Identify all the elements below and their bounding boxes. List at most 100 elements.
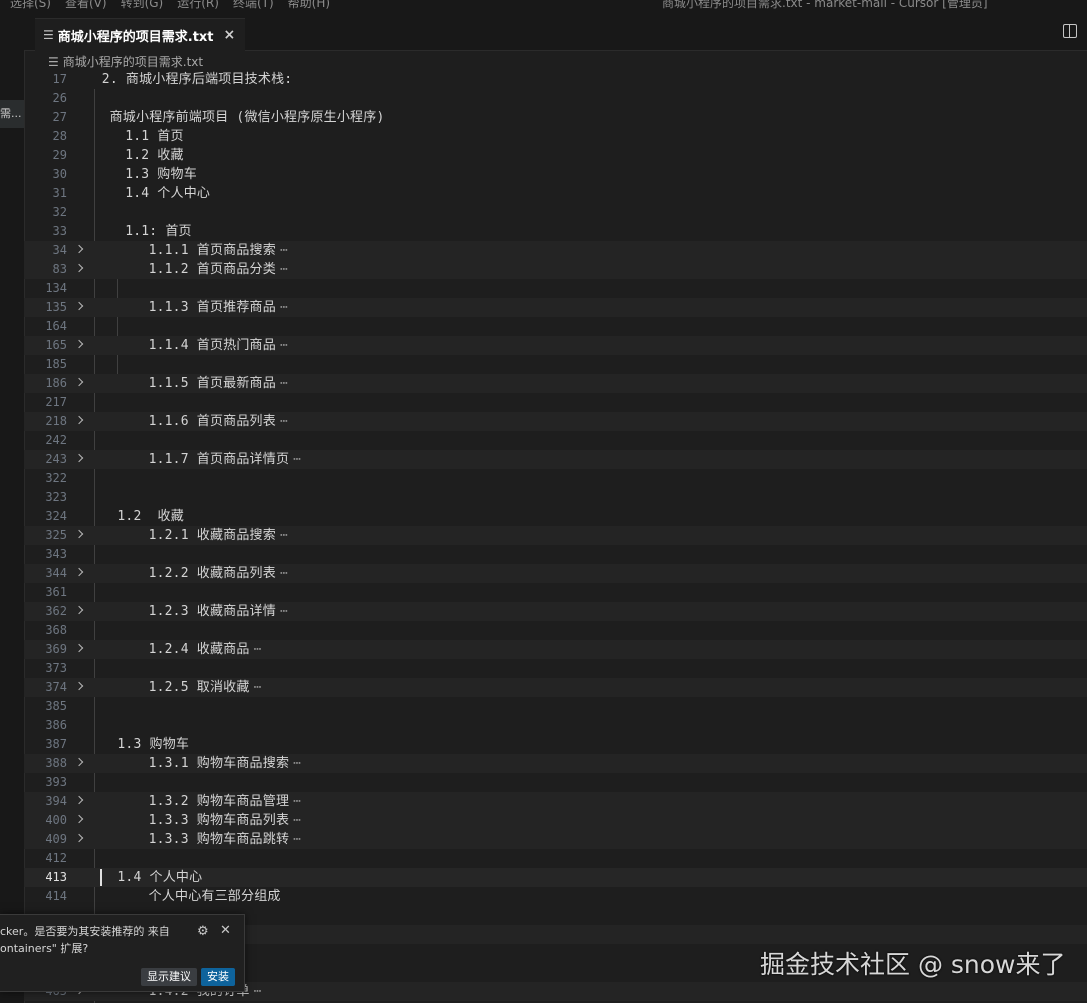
folded-ellipsis[interactable]: ⋯ — [293, 813, 301, 828]
line-number: 32 — [52, 205, 67, 219]
folded-ellipsis[interactable]: ⋯ — [254, 984, 262, 999]
chevron-right-icon[interactable] — [74, 643, 84, 653]
code-line[interactable]: 218 1.1.6 首页商品列表 ⋯ — [24, 412, 1087, 431]
code-line[interactable]: 242 — [24, 431, 1087, 450]
chevron-right-icon[interactable] — [74, 833, 84, 843]
chevron-right-icon[interactable] — [74, 244, 84, 254]
folded-ellipsis[interactable]: ⋯ — [280, 262, 288, 277]
code-line[interactable]: 387 1.3 购物车 — [24, 735, 1087, 754]
folded-ellipsis[interactable]: ⋯ — [254, 680, 262, 695]
code-line[interactable]: 217 — [24, 393, 1087, 412]
code-line[interactable]: 409 1.3.3 购物车商品跳转 ⋯ — [24, 830, 1087, 849]
code-line[interactable]: 165 1.1.4 首页热门商品 ⋯ — [24, 336, 1087, 355]
line-number: 343 — [45, 547, 67, 561]
code-line[interactable]: 373 — [24, 659, 1087, 678]
chevron-right-icon[interactable] — [74, 301, 84, 311]
close-icon[interactable]: × — [224, 27, 236, 43]
folded-ellipsis[interactable]: ⋯ — [293, 756, 301, 771]
code-line[interactable]: 83 1.1.2 首页商品分类 ⋯ — [24, 260, 1087, 279]
code-line[interactable]: 412 — [24, 849, 1087, 868]
chevron-right-icon[interactable] — [74, 415, 84, 425]
folded-ellipsis[interactable]: ⋯ — [280, 528, 288, 543]
folded-ellipsis[interactable]: ⋯ — [293, 452, 301, 467]
chevron-right-icon[interactable] — [74, 795, 84, 805]
code-line[interactable]: 374 1.2.5 取消收藏 ⋯ — [24, 678, 1087, 697]
gear-icon[interactable]: ⚙ — [197, 924, 209, 939]
line-number: 33 — [52, 224, 67, 238]
chevron-right-icon[interactable] — [74, 529, 84, 539]
code-line[interactable]: 323 — [24, 488, 1087, 507]
code-line[interactable]: 393 — [24, 773, 1087, 792]
code-line[interactable]: 361 — [24, 583, 1087, 602]
chevron-right-icon[interactable] — [74, 377, 84, 387]
code-line[interactable]: 243 1.1.7 首页商品详情页 ⋯ — [24, 450, 1087, 469]
folded-ellipsis[interactable]: ⋯ — [293, 832, 301, 847]
line-number: 414 — [45, 889, 67, 903]
show-recommendations-button[interactable]: 显示建议 — [141, 968, 197, 986]
menu-item[interactable]: 转到(G) — [121, 0, 164, 10]
code-line[interactable]: 400 1.3.3 购物车商品列表 ⋯ — [24, 811, 1087, 830]
install-button[interactable]: 安装 — [201, 968, 235, 986]
chevron-right-icon[interactable] — [74, 567, 84, 577]
folded-ellipsis[interactable]: ⋯ — [280, 338, 288, 353]
code-line[interactable]: 388 1.3.1 购物车商品搜索 ⋯ — [24, 754, 1087, 773]
breadcrumb[interactable]: ☰ 商城小程序的项目需求.txt — [48, 53, 203, 70]
split-editor-icon[interactable] — [1063, 24, 1077, 38]
chevron-right-icon[interactable] — [74, 757, 84, 767]
code-line[interactable]: 28 1.1 首页 — [24, 127, 1087, 146]
code-line[interactable]: 186 1.1.5 首页最新商品 ⋯ — [24, 374, 1087, 393]
code-line[interactable]: 344 1.2.2 收藏商品列表 ⋯ — [24, 564, 1087, 583]
code-line[interactable]: 413 1.4 个人中心 — [24, 868, 1087, 887]
code-line[interactable]: 322 — [24, 469, 1087, 488]
code-line[interactable]: 385 — [24, 697, 1087, 716]
code-line[interactable]: 134 — [24, 279, 1087, 298]
code-line[interactable]: 414 个人中心有三部分组成 — [24, 887, 1087, 906]
code-line[interactable]: 369 1.2.4 收藏商品 ⋯ — [24, 640, 1087, 659]
menu-item[interactable]: 帮助(H) — [288, 0, 330, 10]
code-line[interactable]: 17 2. 商城小程序后端项目技术栈: — [24, 70, 1087, 89]
folded-ellipsis[interactable]: ⋯ — [280, 300, 288, 315]
chevron-right-icon[interactable] — [74, 453, 84, 463]
code-line[interactable]: 164 — [24, 317, 1087, 336]
code-line[interactable]: 30 1.3 购物车 — [24, 165, 1087, 184]
code-line[interactable]: 135 1.1.3 首页推荐商品 ⋯ — [24, 298, 1087, 317]
code-line[interactable]: 29 1.2 收藏 — [24, 146, 1087, 165]
menu-item[interactable]: 终端(T) — [233, 0, 274, 10]
menu-item[interactable]: 选择(S) — [10, 0, 51, 10]
chevron-right-icon[interactable] — [74, 814, 84, 824]
code-line[interactable]: 324 1.2 收藏 — [24, 507, 1087, 526]
menu-items[interactable]: 选择(S) 查看(V) 转到(G) 运行(R) 终端(T) 帮助(H) — [10, 0, 344, 10]
code-line[interactable]: 343 — [24, 545, 1087, 564]
code-line[interactable]: 32 — [24, 203, 1087, 222]
folded-ellipsis[interactable]: ⋯ — [254, 642, 262, 657]
close-icon[interactable]: ✕ — [220, 923, 231, 938]
menu-item[interactable]: 查看(V) — [65, 0, 107, 10]
code-line[interactable]: 394 1.3.2 购物车商品管理 ⋯ — [24, 792, 1087, 811]
code-line[interactable]: 185 — [24, 355, 1087, 374]
folded-ellipsis[interactable]: ⋯ — [293, 794, 301, 809]
code-line[interactable]: 368 — [24, 621, 1087, 640]
line-text: 1.2 收藏 — [125, 148, 184, 163]
folded-ellipsis[interactable]: ⋯ — [280, 414, 288, 429]
code-line[interactable]: 33 1.1: 首页 — [24, 222, 1087, 241]
menu-item[interactable]: 运行(R) — [177, 0, 219, 10]
folded-ellipsis[interactable]: ⋯ — [280, 566, 288, 581]
code-line[interactable]: 325 1.2.1 收藏商品搜索 ⋯ — [24, 526, 1087, 545]
code-editor[interactable]: 17 2. 商城小程序后端项目技术栈: 26 27 商城小程序前端项目 (微信小程序原生… — [24, 70, 1087, 1003]
chevron-right-icon[interactable] — [74, 263, 84, 273]
line-number: 186 — [45, 376, 67, 390]
folded-ellipsis[interactable]: ⋯ — [280, 604, 288, 619]
code-line[interactable]: 362 1.2.3 收藏商品详情 ⋯ — [24, 602, 1087, 621]
code-line[interactable]: 26 — [24, 89, 1087, 108]
folded-ellipsis[interactable]: ⋯ — [280, 376, 288, 391]
code-line[interactable]: 31 1.4 个人中心 — [24, 184, 1087, 203]
side-panel-truncated-item[interactable]: 需... — [0, 100, 24, 128]
tab-active-file[interactable]: ☰ 商城小程序的项目需求.txt × — [35, 18, 246, 51]
chevron-right-icon[interactable] — [74, 681, 84, 691]
folded-ellipsis[interactable]: ⋯ — [280, 243, 288, 258]
chevron-right-icon[interactable] — [74, 605, 84, 615]
code-line[interactable]: 27 商城小程序前端项目 (微信小程序原生小程序) — [24, 108, 1087, 127]
chevron-right-icon[interactable] — [74, 339, 84, 349]
code-line[interactable]: 386 — [24, 716, 1087, 735]
code-line[interactable]: 34 1.1.1 首页商品搜索 ⋯ — [24, 241, 1087, 260]
